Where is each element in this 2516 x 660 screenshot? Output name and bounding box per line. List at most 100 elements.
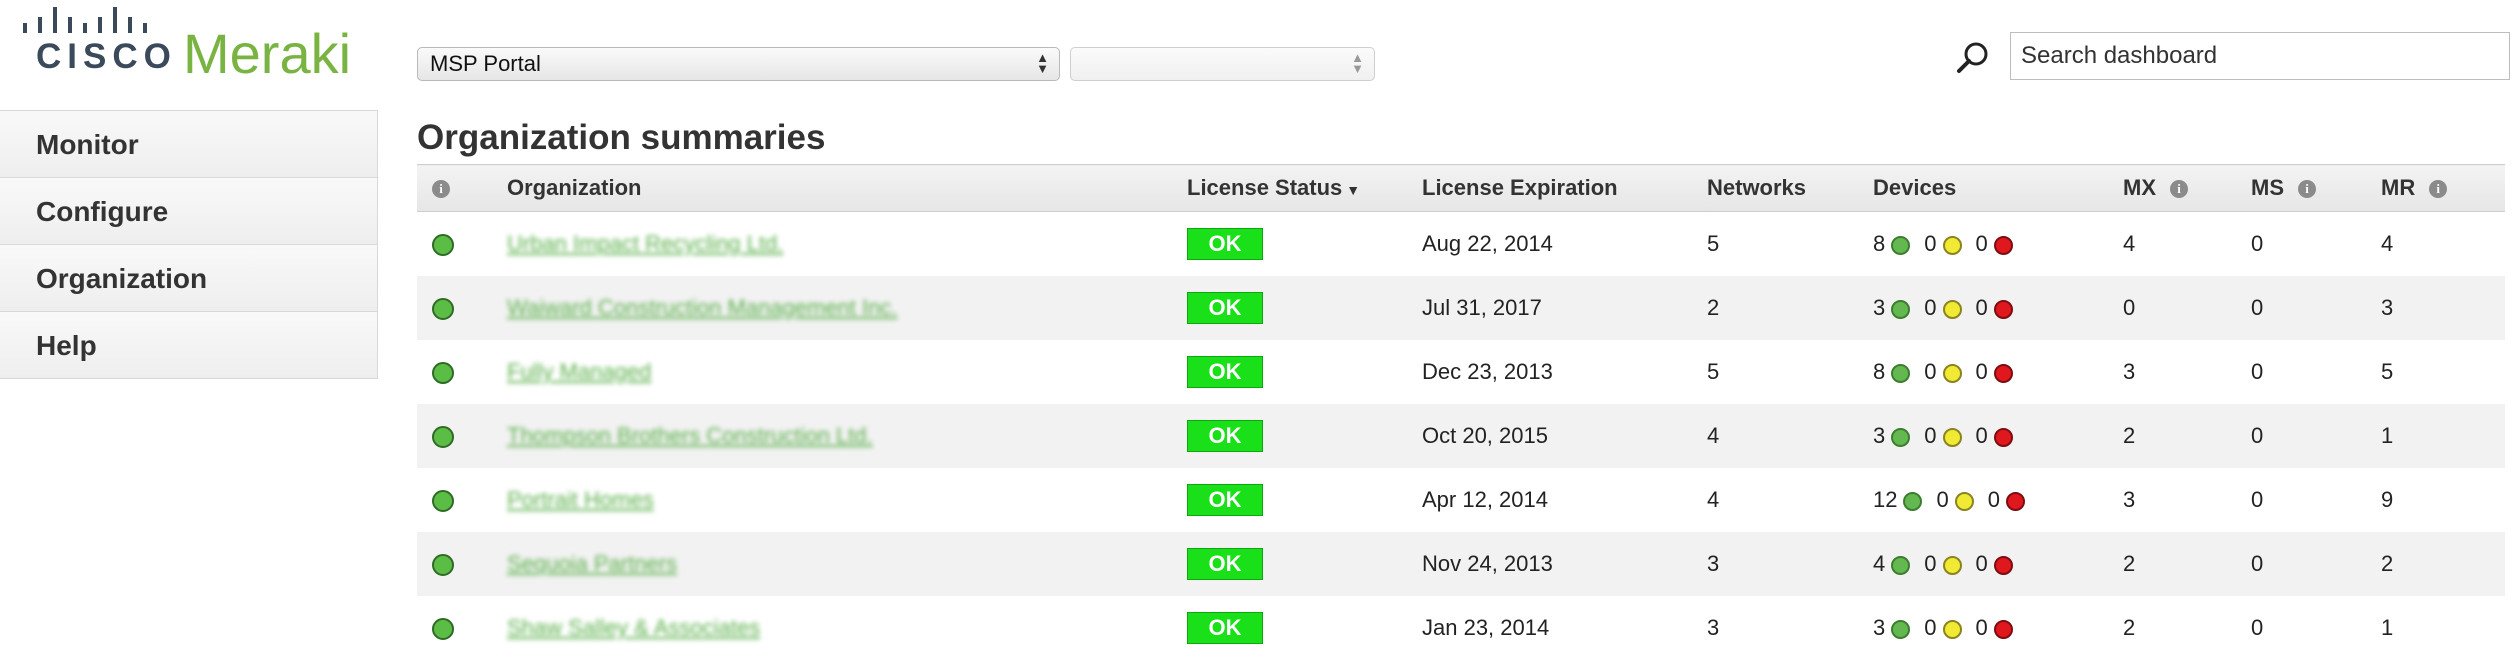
license-status-cell: OK (1187, 596, 1422, 660)
meraki-wordmark: Meraki (183, 22, 352, 85)
organization-column-header[interactable]: Organization (507, 164, 1187, 212)
table-row: Sequoia Partners OK Nov 24, 2013 3 4 0 0 2… (417, 532, 2505, 596)
sidebar-item-organization[interactable]: Organization (0, 245, 378, 312)
license-status-cell: OK (1187, 276, 1422, 340)
ms-cell: 0 (2251, 276, 2381, 340)
info-icon[interactable]: i (2298, 180, 2316, 199)
organization-link[interactable]: Portrait Homes (507, 487, 654, 512)
ms-cell: 0 (2251, 532, 2381, 596)
organization-link[interactable]: Sequoia Partners (507, 551, 677, 576)
sidebar-item-help[interactable]: Help (0, 312, 378, 379)
offline-status-icon (1993, 619, 2013, 639)
license-status-column-header[interactable]: License Status ▼ (1187, 164, 1422, 212)
offline-status-icon (1993, 363, 2013, 383)
info-icon[interactable]: i (2429, 180, 2448, 199)
devices-cell: 8 0 0 (1873, 212, 2123, 277)
mx-cell: 2 (2123, 615, 2136, 640)
license-expiration-cell: Dec 23, 2013 (1422, 359, 1553, 384)
devices-offline-count: 0 (1975, 551, 1988, 576)
table-row: Urban Impact Recycling Ltd. OK Aug 22, 2… (417, 212, 2505, 277)
organization-link[interactable]: Shaw Salley & Associates (507, 615, 760, 640)
networks-cell: 3 (1707, 615, 1720, 640)
mr-cell: 5 (2381, 359, 2394, 384)
devices-online-count: 3 (1873, 423, 1886, 448)
ms-cell: 0 (2251, 615, 2264, 640)
organization-table: i Organization License Status ▼ License E… (417, 164, 2505, 660)
sidebar-nav: Monitor Configure Organization Help (0, 110, 378, 379)
networks-cell: 5 (1707, 359, 1720, 384)
networks-column-header[interactable]: Networks (1707, 164, 1873, 212)
network-select[interactable]: ▲ ▼ (1070, 47, 1375, 81)
search-input[interactable] (2010, 32, 2510, 80)
devices-cell: 3 0 0 (1873, 596, 2123, 660)
status-dot-icon (432, 234, 454, 257)
info-icon[interactable]: i (2170, 180, 2188, 199)
networks-cell: 4 (1707, 404, 1873, 468)
mr-cell: 4 (2381, 231, 2394, 256)
license-expiration-cell: Apr 12, 2014 (1422, 487, 1548, 512)
devices-offline-count: 0 (1987, 487, 2000, 512)
row-status-cell (417, 532, 507, 596)
cisco-meraki-logo[interactable]: CISCO Meraki (20, 5, 380, 95)
ms-cell: 0 (2251, 404, 2381, 468)
devices-online-count: 3 (1873, 615, 1886, 640)
online-status-icon (1891, 619, 1911, 639)
mr-header-label: MR (2381, 175, 2416, 200)
license-status-cell: OK (1187, 404, 1422, 468)
devices-offline-count: 0 (1975, 231, 1988, 256)
ms-column-header[interactable]: MS i (2251, 164, 2381, 212)
license-status-badge: OK (1187, 484, 1263, 516)
organization-link[interactable]: Fully Managed (507, 359, 651, 384)
devices-cell: 3 0 0 (1873, 404, 2123, 468)
status-dot-icon (432, 298, 454, 321)
row-status-cell (417, 276, 507, 340)
license-status-badge: OK (1187, 420, 1263, 452)
sidebar-item-monitor[interactable]: Monitor (0, 111, 378, 178)
license-expiration-cell: Oct 20, 2015 (1422, 404, 1707, 468)
devices-cell: 12 0 0 (1873, 468, 2123, 532)
alerting-status-icon (1942, 555, 1962, 575)
ms-header-label: MS (2251, 175, 2284, 200)
mx-cell: 2 (2123, 532, 2251, 596)
status-column-header[interactable]: i (417, 164, 507, 212)
status-dot-icon (432, 362, 454, 385)
sort-desc-icon: ▼ (1346, 182, 1361, 198)
search-icon[interactable] (1955, 40, 1991, 76)
license-status-badge: OK (1187, 228, 1263, 260)
mr-cell: 3 (2381, 276, 2505, 340)
organization-cell: Portrait Homes (507, 468, 1187, 532)
ms-cell: 0 (2251, 359, 2264, 384)
row-status-cell (417, 404, 507, 468)
organization-link[interactable]: Waiward Construction Management Inc. (507, 295, 897, 320)
online-status-icon (1891, 363, 1911, 383)
license-status-badge: OK (1187, 356, 1263, 388)
table-row: Thompson Brothers Construction Ltd. OK O… (417, 404, 2505, 468)
devices-alerting-count: 0 (1936, 487, 1949, 512)
info-icon[interactable]: i (432, 180, 450, 199)
mx-column-header[interactable]: MX i (2123, 164, 2251, 212)
license-status-badge: OK (1187, 612, 1263, 644)
devices-cell: 8 0 0 (1873, 340, 2123, 404)
organization-select[interactable]: MSP Portal ▲ ▼ (417, 47, 1060, 81)
devices-column-header[interactable]: Devices (1873, 164, 2123, 212)
sidebar-item-configure[interactable]: Configure (0, 178, 378, 245)
organization-link[interactable]: Urban Impact Recycling Ltd. (507, 231, 783, 256)
status-dot-icon (432, 490, 454, 513)
row-status-cell (417, 340, 507, 404)
alerting-status-icon (1942, 427, 1962, 447)
license-status-cell: OK (1187, 468, 1422, 532)
ms-cell: 0 (2251, 487, 2264, 512)
page-title: Organization summaries (417, 118, 826, 157)
mr-cell: 1 (2381, 404, 2505, 468)
networks-cell: 5 (1707, 231, 1720, 256)
devices-offline-count: 0 (1975, 423, 1988, 448)
networks-cell: 4 (1707, 487, 1720, 512)
devices-alerting-count: 0 (1924, 231, 1937, 256)
mr-column-header[interactable]: MR i (2381, 164, 2505, 212)
table-row: Portrait Homes OK Apr 12, 2014 4 12 0 0 3 … (417, 468, 2505, 532)
license-status-cell: OK (1187, 532, 1422, 596)
devices-alerting-count: 0 (1924, 551, 1937, 576)
devices-online-count: 3 (1873, 295, 1886, 320)
license-expiration-column-header[interactable]: License Expiration (1422, 164, 1707, 212)
organization-link[interactable]: Thompson Brothers Construction Ltd. (507, 423, 873, 448)
